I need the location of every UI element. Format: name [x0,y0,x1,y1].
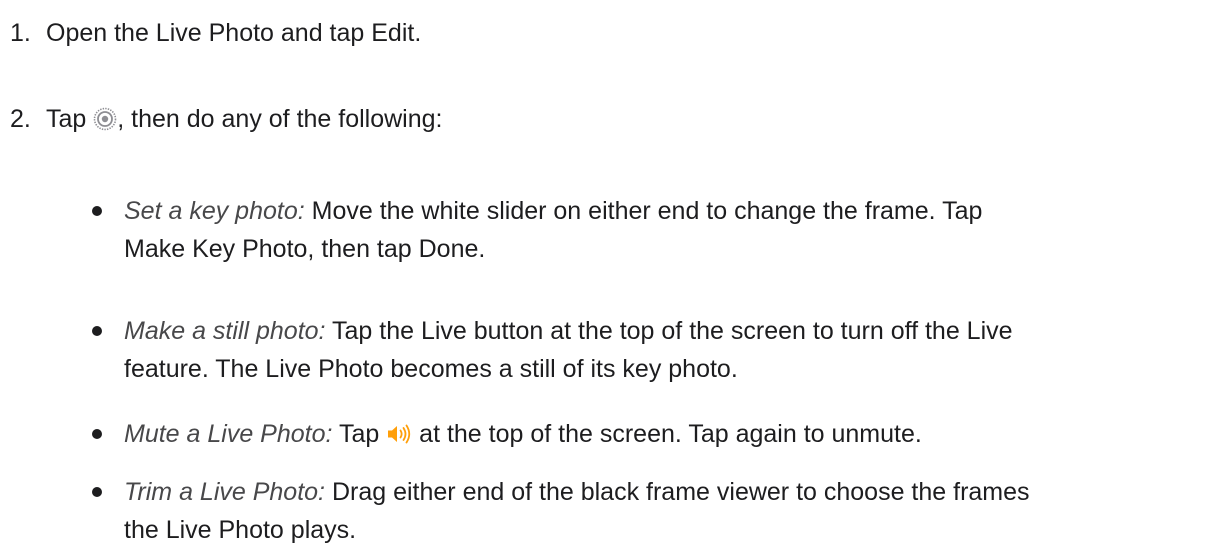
list-item-term: Set a key photo: [124,197,305,225]
list-item-text: Tap the Live button at the top of the sc… [325,317,1013,345]
list-item-text-2: feature. The Live Photo becomes a still … [124,355,738,383]
list-item-text-2: at the top of the screen. Tap again to u… [412,420,922,448]
step-number: 1. [10,19,31,47]
step-2: 2. Tap , then do any of the following: [10,100,443,142]
list-item: Mute a Live Photo: Tap at the top of the… [92,415,1212,457]
instructions-page: 1. Open the Live Photo and tap Edit. 2. Ta… [0,0,1226,546]
bullet-dot [92,326,102,336]
step-text-after: , then do any of the following: [117,105,443,133]
list-item-body: Set a key photo: Move the white slider o… [124,192,1212,268]
live-photo-icon [93,104,117,142]
list-item: Trim a Live Photo: Drag either end of th… [92,473,1212,549]
list-item-term: Mute a Live Photo: [124,420,333,448]
list-item-text: Move the white slider on either end to c… [304,197,983,225]
list-item-body: Mute a Live Photo: Tap at the top of the… [124,415,1212,457]
list-item-body: Make a still photo: Tap the Live button … [124,312,1212,388]
list-item-text: Tap [332,420,387,448]
list-item-term: Trim a Live Photo: [124,478,326,506]
list-item-text-2: Make Key Photo, then tap Done. [124,235,486,263]
list-item-text-2: the Live Photo plays. [124,516,357,544]
list-item: Make a still photo: Tap the Live button … [92,312,1212,388]
list-item-term: Make a still photo: [124,317,326,345]
step-text: Open the Live Photo and tap Edit. [46,19,422,47]
step-number: 2. [10,105,31,133]
bullet-dot [92,206,102,216]
step-text-before: Tap [46,105,94,133]
step-1: 1. Open the Live Photo and tap Edit. [10,14,421,52]
bullet-dot [92,487,102,497]
bullet-dot [92,429,102,439]
list-item-text: Drag either end of the black frame viewe… [325,478,1030,506]
speaker-icon [386,419,412,457]
list-item: Set a key photo: Move the white slider o… [92,192,1212,268]
list-item-body: Trim a Live Photo: Drag either end of th… [124,473,1212,549]
